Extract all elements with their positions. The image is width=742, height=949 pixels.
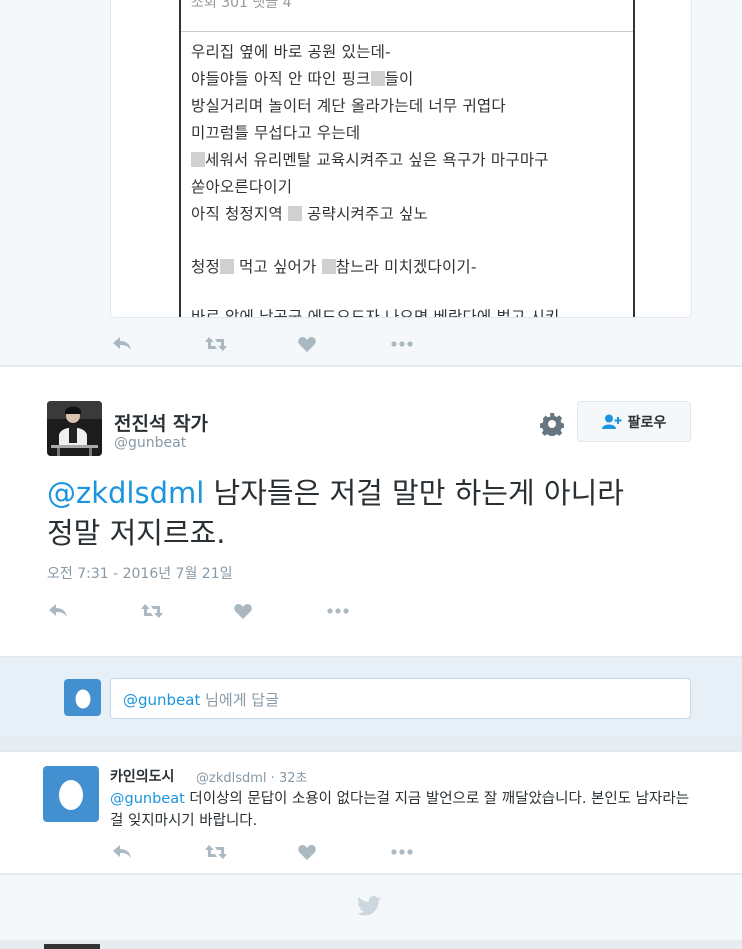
tweet-text: @zkdlsdml 남자들은 저걸 말만 하는게 아니라 정말 저지르죠. [47, 473, 697, 553]
more-icon [391, 849, 413, 855]
quoted-text-segment: 미끄럼틀 무섭다고 우는데 [191, 124, 361, 142]
follow-label: 팔로우 [627, 414, 667, 431]
reply-button[interactable] [112, 840, 205, 864]
more-icon [391, 341, 413, 347]
reply-author-avatar[interactable] [43, 766, 99, 822]
reply-text-body: 더이상의 문답이 소용이 없다는걸 지금 발언으로 잘 깨달았습니다. 본인도 … [110, 791, 690, 829]
reply-input[interactable]: @gunbeat 님에게 답글 [110, 678, 691, 719]
retweet-button[interactable] [141, 599, 234, 623]
tweet-timestamp[interactable]: 오전 7:31 - 2016년 7월 21일 [47, 563, 233, 583]
retweet-icon [205, 845, 227, 859]
quoted-text-segment: 세워서 유리멘탈 교육시켜주고 싶은 욕구가 마구마구 [205, 151, 549, 169]
quoted-text-segment: 먹고 싶어가 [233, 258, 322, 276]
reply-icon [113, 845, 131, 858]
reply-input-placeholder: 님에게 답글 [200, 691, 279, 709]
tweet-mention-link[interactable]: @zkdlsdml [47, 476, 204, 510]
gear-icon[interactable] [539, 412, 565, 439]
quoted-text-segment: 바로 앞에 남공군 에도오도자 나오면 베란다에 벌고 시키 [191, 308, 560, 318]
quoted-text-line: 미끄럼틀 무섭다고 우는데 [191, 121, 360, 143]
quoted-text-segment: 아직 청정지역 [191, 205, 289, 223]
retweet-button[interactable] [205, 332, 298, 356]
censor-blur [191, 152, 205, 167]
quoted-screenshot-header: 조회 301 댓글 4 [181, 0, 633, 32]
quoted-text-segment: 공략시켜주고 싶노 [302, 205, 428, 223]
quoted-image-card[interactable]: 조회 301 댓글 4 우리집 옆에 바로 공원 있는데- 야들야들 아직 안 따… [110, 0, 692, 318]
quoted-text-line: 야들야들 아직 안 따인 핑크 들이 [191, 67, 414, 89]
quoted-text-segment: 청정 [191, 258, 220, 276]
like-button[interactable] [298, 840, 391, 864]
next-tweet-edge [0, 940, 742, 949]
quoted-text-line: 쏟아오른다이기 [191, 175, 292, 197]
quoted-text-segment: 들이 [384, 70, 414, 88]
quoted-text-line: 우리집 옆에 바로 공원 있는데- [191, 40, 391, 62]
censor-blur [370, 71, 385, 86]
author-photo [47, 401, 102, 456]
quoted-text-line: 방실거리며 놀이터 계단 올라가는데 너무 귀엽다 [191, 94, 506, 116]
main-tweet-actions [48, 599, 420, 623]
author-avatar[interactable] [47, 401, 102, 456]
like-button[interactable] [298, 332, 391, 356]
like-icon [234, 604, 252, 619]
reply-icon [113, 337, 131, 350]
reply-meta: @zkdlsdml · 32초 [196, 771, 308, 786]
reply-input-mention: @gunbeat [123, 691, 201, 709]
next-avatar-stub [44, 944, 100, 949]
like-icon [298, 337, 316, 352]
reply-button[interactable] [112, 332, 205, 356]
reply-tweet: 카인의도시 @zkdlsdml · 32초 @gunbeat 더이상의 문답이 … [0, 751, 742, 873]
reply-author-name[interactable]: 카인의도시 [110, 766, 174, 786]
retweet-icon [141, 604, 163, 618]
censor-blur [321, 259, 336, 274]
like-icon [298, 845, 316, 860]
more-button[interactable] [391, 332, 484, 356]
censor-blur [219, 259, 234, 274]
my-avatar [64, 679, 101, 716]
reply-button[interactable] [48, 599, 141, 623]
censor-blur [288, 206, 303, 221]
twitter-bird-icon [357, 896, 381, 916]
quoted-text-line: 아직 청정지역 공략시켜주고 싶노 [191, 202, 428, 224]
reply-author-handle[interactable]: @zkdlsdml [196, 771, 267, 786]
quoted-tweet-actions [112, 332, 484, 356]
retweet-button[interactable] [205, 840, 298, 864]
quoted-text-line: 바로 앞에 남공군 에도오도자 나오면 베란다에 벌고 시키 [191, 305, 560, 318]
follow-icon [601, 414, 622, 429]
reply-time[interactable]: 32초 [279, 771, 308, 786]
quoted-header-text: 조회 301 댓글 4 [191, 0, 292, 11]
reply-composer: @gunbeat 님에게 답글 [0, 658, 742, 738]
quoted-text-segment: 야들야들 아직 안 따인 핑크 [191, 70, 371, 88]
quoted-text-segment: 우리집 옆에 바로 공원 있는데- [191, 43, 391, 61]
author-name[interactable]: 전진석 작가 [114, 409, 208, 436]
retweet-icon [205, 337, 227, 351]
quoted-screenshot: 조회 301 댓글 4 우리집 옆에 바로 공원 있는데- 야들야들 아직 안 따… [179, 0, 635, 318]
egg-avatar-icon [75, 689, 90, 708]
like-button[interactable] [234, 599, 327, 623]
egg-avatar-icon [59, 780, 83, 810]
quoted-tweet-panel: 조회 301 댓글 4 우리집 옆에 바로 공원 있는데- 야들야들 아직 안 따… [0, 0, 742, 366]
author-handle[interactable]: @gunbeat [114, 435, 186, 451]
quoted-text-line: 청정 먹고 싶어가 참느라 미치겠다이기- [191, 255, 477, 277]
tweet-text-line1: 남자들은 저걸 말만 하는게 아니라 [204, 476, 624, 510]
main-tweet: 전진석 작가 @gunbeat 팔로우 @zkdlsdml 남자들은 저걸 말만… [0, 367, 742, 657]
reply-tweet-actions [112, 840, 484, 864]
quoted-text-segment: 참느라 미치겠다이기- [335, 258, 477, 276]
conversation-footer [0, 874, 742, 940]
follow-button[interactable]: 팔로우 [577, 401, 691, 442]
quoted-text-segment: 쏟아오른다이기 [191, 178, 293, 196]
reply-mention-link[interactable]: @gunbeat [110, 791, 185, 807]
quoted-text-segment: 방실거리며 놀이터 계단 올라가는데 너무 귀엽다 [191, 97, 506, 115]
more-button[interactable] [327, 599, 420, 623]
quoted-text-line: 세워서 유리멘탈 교육시켜주고 싶은 욕구가 마구마구 [191, 148, 549, 170]
reply-text: @gunbeat 더이상의 문답이 소용이 없다는걸 지금 발언으로 잘 깨달았… [110, 788, 690, 832]
more-icon [327, 608, 349, 614]
more-button[interactable] [391, 840, 484, 864]
reply-icon [49, 604, 67, 617]
tweet-text-line2: 정말 저지르죠. [47, 516, 226, 550]
